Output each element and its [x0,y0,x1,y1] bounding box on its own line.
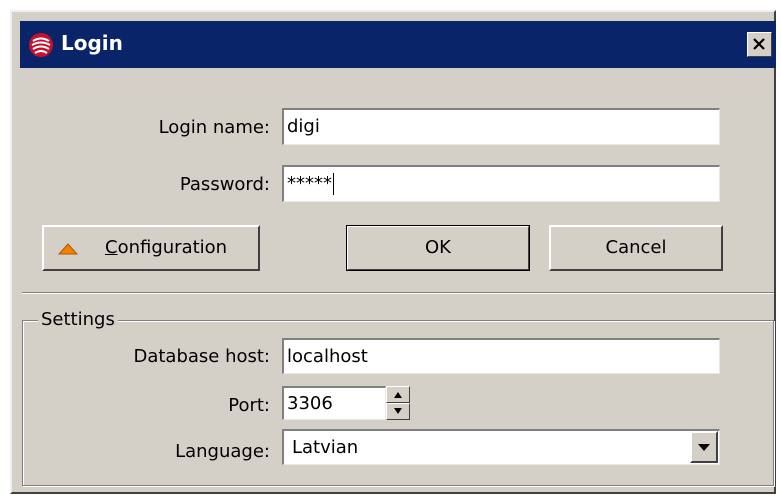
screen: Login Login name: digi Password: ***** C… [0,0,781,497]
password-label: Password: [179,174,270,195]
ok-button[interactable]: OK [346,225,530,271]
spin-up-button[interactable] [386,386,410,403]
database-host-value: localhost [287,346,368,367]
cancel-button[interactable]: Cancel [549,225,723,271]
port-value: 3306 [287,393,333,414]
window-title: Login [61,31,123,55]
app-logo-icon [29,33,53,57]
spin-up-icon [394,392,402,398]
password-field[interactable]: ***** [282,165,720,202]
port-field[interactable]: 3306 [282,386,386,420]
language-value: Latvian [292,437,359,458]
language-label: Language: [175,441,270,462]
login-name-field[interactable]: digi [282,108,720,145]
password-value: ***** [287,173,332,194]
configuration-label-rest: onfiguration [117,237,228,258]
settings-group-title: Settings [38,309,118,330]
spin-down-icon [394,408,402,414]
port-spinner[interactable] [386,386,410,420]
port-label: Port: [228,395,270,416]
login-name-value: digi [287,116,320,137]
chevron-down-icon [698,444,710,451]
configuration-button[interactable]: Configuration [42,225,260,271]
login-name-label: Login name: [158,117,270,138]
close-icon [753,38,765,50]
language-dropdown-button[interactable] [690,431,718,463]
configuration-label: Configuration [105,227,227,269]
close-button[interactable] [747,32,772,57]
configuration-hotkey: C [105,237,118,258]
title-bar[interactable]: Login [20,21,776,68]
spin-down-button[interactable] [386,403,410,420]
database-host-field[interactable]: localhost [282,338,720,374]
database-host-label: Database host: [133,346,270,367]
section-divider [22,292,774,294]
triangle-up-icon [57,243,79,255]
text-caret [333,173,334,195]
language-select[interactable]: Latvian [282,429,720,465]
